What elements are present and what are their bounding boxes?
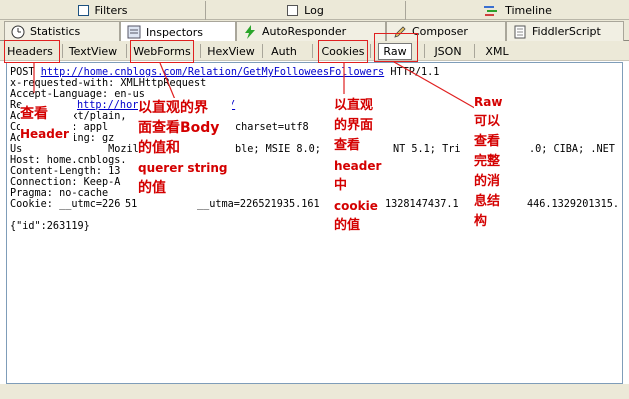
header-line: 446.1329201315. xyxy=(527,199,620,210)
annotation-text: 查看 xyxy=(334,138,361,153)
annotation-text: 以直观 xyxy=(334,98,374,113)
tab-label: Filters xyxy=(94,4,128,17)
annotation-text: querer string xyxy=(138,161,228,175)
tab-label: AutoResponder xyxy=(262,25,347,38)
annotation-text: 可以 xyxy=(474,114,501,129)
header-line: __utma=226521935.161 xyxy=(197,199,320,210)
header-line: Us Mozill xyxy=(10,144,145,155)
referer-link[interactable]: http://hor xyxy=(77,100,138,111)
annotation-text: cookie xyxy=(334,199,378,213)
annotation-text: 的值和 xyxy=(138,140,180,156)
annotation-text: header xyxy=(334,159,382,173)
header-line: Pragma: no-cache xyxy=(10,188,109,199)
header-line: 51 xyxy=(125,199,138,210)
header-line: NT 5.1; Tri xyxy=(393,144,461,155)
annotation-text: 面查看Body xyxy=(138,120,220,136)
header-line: Connection: Keep-A xyxy=(10,177,121,188)
request-line: POST http://home.cnblogs.com/Relation/Ge… xyxy=(10,67,439,78)
inspectors-icon xyxy=(127,25,141,39)
tab-timeline[interactable]: Timeline xyxy=(406,1,629,20)
tab-label: Statistics xyxy=(30,25,81,38)
header-line: .0; CIBA; .NET xyxy=(529,144,615,155)
header-line: charset=utf8 xyxy=(235,122,309,133)
webforms-annotation: 以直观的界 面查看Body 的值和 querer string 的值 xyxy=(138,98,232,198)
header-line: Accept-Language: en-us xyxy=(10,89,145,100)
divider xyxy=(200,44,201,58)
highlight-webforms xyxy=(130,40,194,63)
annotation-text: 的值 xyxy=(138,180,166,196)
tab-inspectors[interactable]: Inspectors xyxy=(120,21,236,42)
tab-label: Timeline xyxy=(505,4,552,17)
divider xyxy=(370,44,371,58)
header-annotation: 查看 Header xyxy=(20,104,74,144)
main-tab-strip: Statistics Inspectors AutoResponder Comp… xyxy=(0,20,629,42)
lightning-icon xyxy=(245,24,255,39)
annotation-text: 的值 xyxy=(334,218,361,233)
tab-filters[interactable]: Filters xyxy=(0,1,206,20)
annotation-text: 中 xyxy=(334,178,348,193)
header-line: 1328147437.1 xyxy=(385,199,459,210)
tab-label: Log xyxy=(304,4,324,17)
divider xyxy=(62,44,63,58)
divider xyxy=(126,44,127,58)
divider xyxy=(312,44,313,58)
tab-autoresponder[interactable]: AutoResponder xyxy=(236,21,386,41)
timeline-icon xyxy=(484,5,498,16)
subtab-xml[interactable]: XML xyxy=(480,41,514,61)
request-body: {"id":263119} xyxy=(10,221,90,232)
subtab-auth[interactable]: Auth xyxy=(264,41,304,61)
header-line: http://hor xyxy=(77,100,138,111)
header-line: Cookie: __utmc=226 xyxy=(10,199,121,210)
raw-request-view[interactable]: POST http://home.cnblogs.com/Relation/Ge… xyxy=(6,62,623,384)
highlight-headers xyxy=(4,40,60,63)
header-line: Host: home.cnblogs. xyxy=(10,155,127,166)
tab-label: Composer xyxy=(412,25,468,38)
highlight-raw xyxy=(374,33,418,62)
tab-statistics[interactable]: Statistics xyxy=(4,21,120,41)
annotation-text: 的消 xyxy=(474,174,501,189)
tab-fiddlerscript[interactable]: FiddlerScript xyxy=(506,21,624,41)
script-icon xyxy=(514,25,526,38)
log-icon xyxy=(287,5,299,16)
annotation-text: 以直观的界 xyxy=(138,100,208,116)
tab-log[interactable]: Log xyxy=(206,1,406,20)
header-line: x-requested-with: XMLHttpRequest xyxy=(10,78,207,89)
annotation-text: 息结 xyxy=(474,194,501,209)
cookies-annotation: 以直观 的界面 查看 header 中 cookie 的值 xyxy=(334,96,386,236)
request-protocol: HTTP/1.1 xyxy=(390,67,440,78)
annotation-text: 完整 xyxy=(474,154,501,169)
request-method: POST xyxy=(10,67,35,78)
annotation-text: 构 xyxy=(474,214,488,229)
request-url[interactable]: http://home.cnblogs.com/Relation/GetMyFo… xyxy=(41,67,384,78)
header-line: ble; MSIE 8.0; xyxy=(235,144,321,155)
annotation-text: Header xyxy=(20,127,69,141)
highlight-cookies xyxy=(318,40,368,63)
annotation-text: 查看 xyxy=(474,134,501,149)
subtab-textview[interactable]: TextView xyxy=(64,41,122,61)
annotation-text: Raw xyxy=(474,95,503,109)
raw-annotation: Raw 可以 查看 完整 的消 息结 构 xyxy=(474,92,514,232)
annotation-text: 的界面 xyxy=(334,118,374,133)
divider xyxy=(424,44,425,58)
inspector-subtabs: Headers TextView WebForms HexView Auth C… xyxy=(0,41,629,61)
header-line: Content-Length: 13 xyxy=(10,166,121,177)
divider xyxy=(262,44,263,58)
clock-icon xyxy=(11,25,25,38)
subtab-hexview[interactable]: HexView xyxy=(204,41,258,61)
checkbox-icon xyxy=(77,5,89,16)
top-tab-strip: Filters Log Timeline xyxy=(0,0,629,20)
subtab-json[interactable]: JSON xyxy=(428,41,468,61)
annotation-text: 查看 xyxy=(20,106,48,122)
divider xyxy=(474,44,475,58)
tab-label: Inspectors xyxy=(146,25,204,39)
status-strip xyxy=(0,384,629,399)
tab-label: FiddlerScript xyxy=(532,25,601,38)
